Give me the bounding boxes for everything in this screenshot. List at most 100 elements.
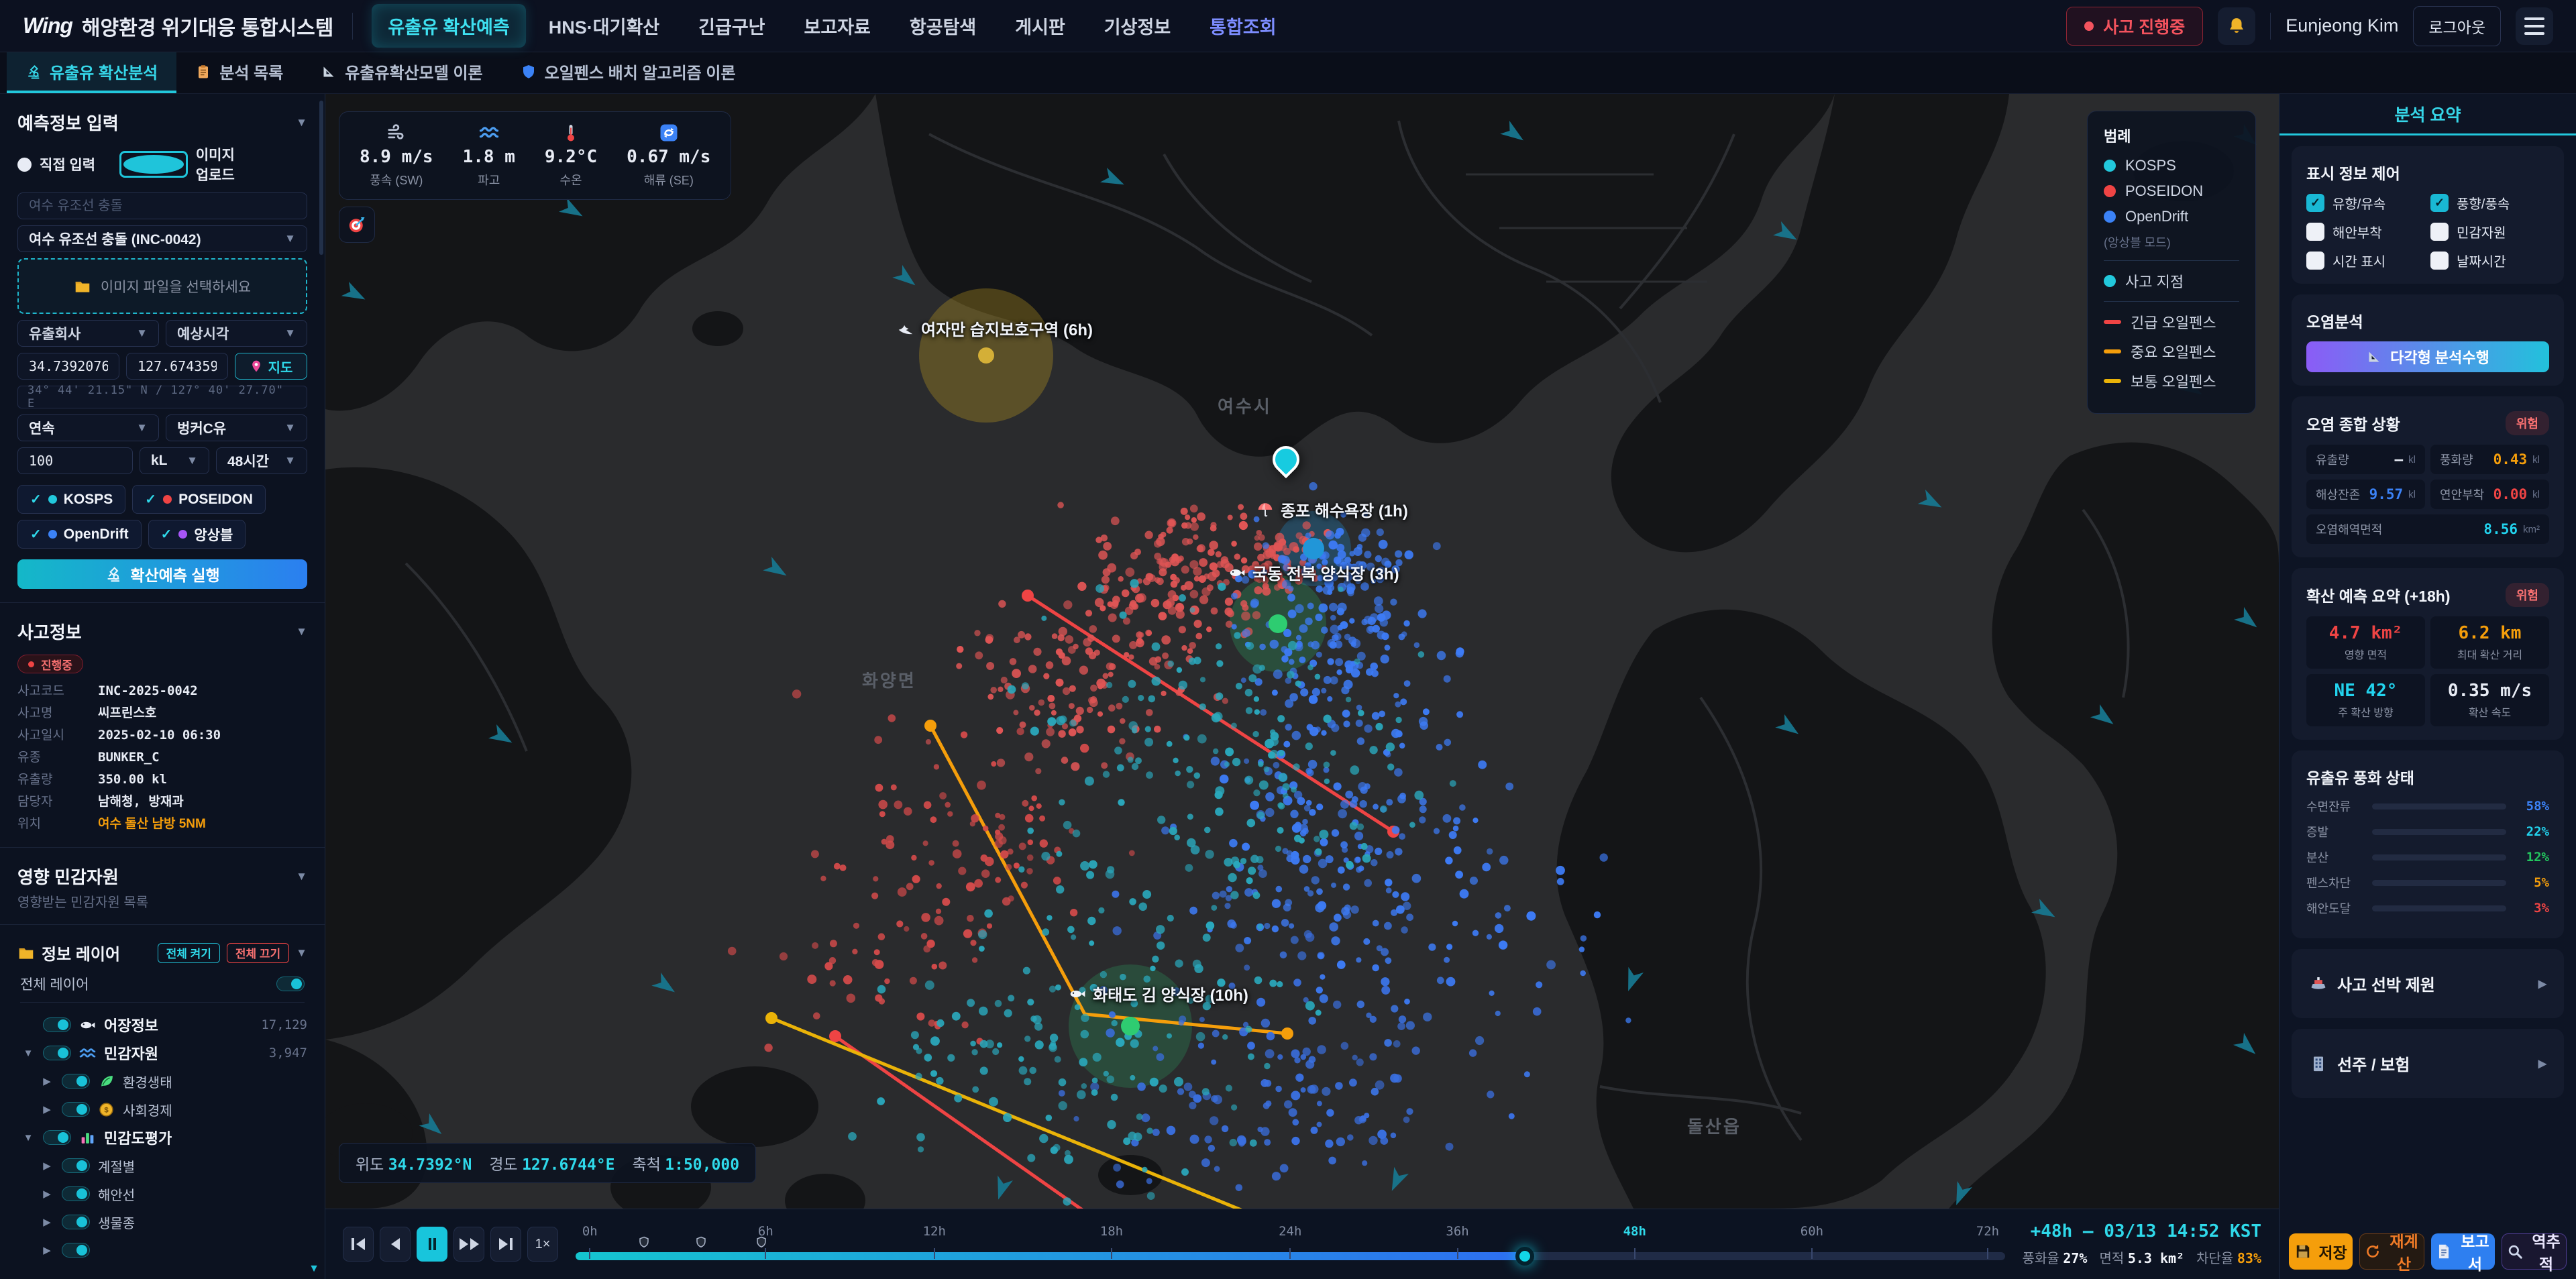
unit-select[interactable]: kL▼: [140, 447, 209, 474]
pause-button[interactable]: [417, 1227, 447, 1262]
notification-button[interactable]: [2218, 7, 2255, 45]
check-유향/유속[interactable]: ✓유향/유속: [2306, 193, 2425, 213]
oil-type-select[interactable]: 벙커C유▼: [166, 414, 307, 441]
layer-toggle[interactable]: [43, 1046, 71, 1060]
site-label[interactable]: 국동 전복 양식장 (3h): [1228, 561, 1399, 584]
spill-type-select[interactable]: 연속▼: [17, 414, 159, 441]
check-해안부착[interactable]: 해안부착: [2306, 222, 2425, 241]
duration-select[interactable]: 48시간▼: [216, 447, 307, 474]
oilfence-deploy-marker[interactable]: [695, 1236, 707, 1252]
layer-toggle[interactable]: [62, 1186, 90, 1201]
collapse-chevron-icon[interactable]: ▼: [296, 870, 307, 883]
site-label[interactable]: 종포 해수욕장 (1h): [1256, 498, 1408, 521]
fast-forward-button[interactable]: [453, 1227, 484, 1262]
tree-expander-icon[interactable]: ▶: [40, 1188, 54, 1200]
tree-expander-icon[interactable]: ▶: [40, 1216, 54, 1228]
playback-speed-button[interactable]: 1×: [527, 1227, 558, 1262]
weather-수온: 9.2°C수온: [545, 123, 597, 188]
tree-expander-icon[interactable]: ▼: [21, 1132, 35, 1144]
incident-search-input[interactable]: [17, 192, 307, 219]
incident-select[interactable]: 여수 유조선 충돌 (INC-0042) ▼: [17, 225, 307, 252]
longitude-input[interactable]: [126, 353, 228, 380]
layer-toggle[interactable]: [62, 1102, 90, 1117]
model-toggle-OpenDrift[interactable]: ✓OpenDrift: [17, 520, 142, 549]
nav-item-기상정보[interactable]: 기상정보: [1088, 4, 1187, 48]
nav-item-보고자료[interactable]: 보고자료: [788, 4, 887, 48]
tab-유출유확산모델 이론[interactable]: 유출유확산모델 이론: [302, 52, 501, 93]
skip-to-end-button[interactable]: [490, 1227, 521, 1262]
nav-divider: [352, 13, 353, 40]
action-button-저장[interactable]: 저장: [2289, 1233, 2353, 1270]
logout-button[interactable]: 로그아웃: [2413, 6, 2501, 46]
layer-toggle[interactable]: [43, 1130, 71, 1145]
collapse-chevron-icon[interactable]: ▼: [296, 946, 307, 960]
menu-button[interactable]: [2516, 7, 2553, 45]
playback-controls: 1×: [343, 1227, 558, 1262]
all-layers-off-button[interactable]: 전체 끄기: [227, 943, 289, 963]
tree-expander-icon[interactable]: ▶: [40, 1075, 54, 1087]
run-prediction-button[interactable]: 확산예측 실행: [17, 559, 307, 589]
layer-toggle[interactable]: [62, 1215, 90, 1229]
collapse-chevron-icon[interactable]: ▼: [296, 625, 307, 638]
nav-item-유출유 확산예측[interactable]: 유출유 확산예측: [372, 4, 525, 48]
tree-expander-icon[interactable]: ▶: [40, 1103, 54, 1115]
nav-item-HNS·대기확산[interactable]: HNS·대기확산: [533, 4, 676, 48]
site-label[interactable]: 화태도 김 양식장 (10h): [1069, 982, 1248, 1005]
tab-유출유 확산분석[interactable]: 유출유 확산분석: [7, 52, 176, 93]
tree-expander-icon[interactable]: ▶: [40, 1160, 54, 1172]
layer-toggle[interactable]: [62, 1158, 90, 1173]
wind-icon: [386, 123, 407, 143]
model-toggle-앙상블[interactable]: ✓앙상블: [148, 520, 246, 549]
skip-to-start-button[interactable]: [343, 1227, 374, 1262]
polygon-analysis-button[interactable]: 다각형 분석수행: [2306, 341, 2549, 372]
layer-toggle[interactable]: [43, 1017, 71, 1032]
check-시간 표시[interactable]: 시간 표시: [2306, 251, 2425, 270]
sidebar-scrollbar[interactable]: [319, 101, 323, 255]
action-button-역추적[interactable]: 역추적: [2502, 1233, 2567, 1270]
company-select[interactable]: 유출회사▼: [17, 320, 159, 347]
latitude-input[interactable]: [17, 353, 119, 380]
radio-image-upload[interactable]: 이미지 업로드: [119, 144, 235, 184]
upload-hint-label: 이미지 파일을 선택하세요: [101, 276, 251, 296]
action-button-재계산[interactable]: 재계산: [2359, 1233, 2424, 1270]
oilfence-deploy-marker[interactable]: [638, 1236, 650, 1252]
tree-expander-icon[interactable]: ▶: [40, 1244, 54, 1256]
nav-item-긴급구난[interactable]: 긴급구난: [682, 4, 781, 48]
tree-expander-icon[interactable]: ▼: [21, 1048, 35, 1059]
owner-insurance-card[interactable]: 선주 / 보험 ▶: [2292, 1029, 2564, 1098]
incident-in-progress-badge[interactable]: 사고 진행중: [2066, 7, 2203, 46]
oilfence-deploy-marker[interactable]: [755, 1236, 767, 1252]
radio-direct-input[interactable]: 직접 입력: [17, 154, 95, 174]
check-풍향/풍속[interactable]: ✓풍향/풍속: [2430, 193, 2549, 213]
layer-toggle[interactable]: [62, 1074, 90, 1089]
time-slider[interactable]: 0h6h12h18h24h36h48h60h72h: [576, 1209, 2005, 1279]
focus-incident-button[interactable]: [339, 207, 375, 243]
all-layers-toggle[interactable]: [276, 977, 305, 991]
model-toggle-POSEIDON[interactable]: ✓POSEIDON: [132, 485, 266, 514]
map-base-layer: [325, 94, 2279, 1209]
nav-item-통합조회[interactable]: 통합조회: [1193, 4, 1292, 48]
nav-item-게시판[interactable]: 게시판: [999, 4, 1081, 48]
expand-chevron-icon: ▶: [2538, 1057, 2546, 1070]
image-upload-dropzone[interactable]: 이미지 파일을 선택하세요: [17, 258, 307, 314]
collapse-chevron-icon[interactable]: ▼: [296, 116, 307, 129]
pick-on-map-button[interactable]: 지도: [235, 353, 307, 380]
site-label[interactable]: 여자만 습지보호구역 (6h): [897, 317, 1093, 340]
check-날짜시간[interactable]: 날짜시간: [2430, 251, 2549, 270]
check-민감자원[interactable]: 민감자원: [2430, 222, 2549, 241]
model-toggle-KOSPS[interactable]: ✓KOSPS: [17, 485, 125, 514]
tab-오일펜스 배치 알고리즘 이론[interactable]: 오일펜스 배치 알고리즘 이론: [502, 52, 755, 93]
slider-thumb[interactable]: [1515, 1247, 1534, 1266]
map-canvas[interactable]: 여수시화양면돌산읍 여자만 습지보호구역 (6h)종포 해수욕장 (1h)국동 …: [325, 94, 2279, 1209]
action-button-보고서[interactable]: 보고서: [2431, 1233, 2495, 1270]
nav-item-항공탐색[interactable]: 항공탐색: [894, 4, 992, 48]
layer-toggle[interactable]: [62, 1243, 90, 1258]
all-layers-on-button[interactable]: 전체 켜기: [158, 943, 220, 963]
step-back-button[interactable]: [380, 1227, 411, 1262]
playback-timeline-bar: 1× 0h6h12h18h24h36h48h60h72h +48h – 03/1…: [325, 1209, 2279, 1279]
amount-input[interactable]: [17, 447, 133, 474]
tab-분석 목록[interactable]: 분석 목록: [176, 52, 302, 93]
ship-spec-card[interactable]: 사고 선박 제원 ▶: [2292, 949, 2564, 1018]
expected-time-select[interactable]: 예상시각▼: [166, 320, 307, 347]
timeline-tick: [1811, 1248, 1813, 1259]
